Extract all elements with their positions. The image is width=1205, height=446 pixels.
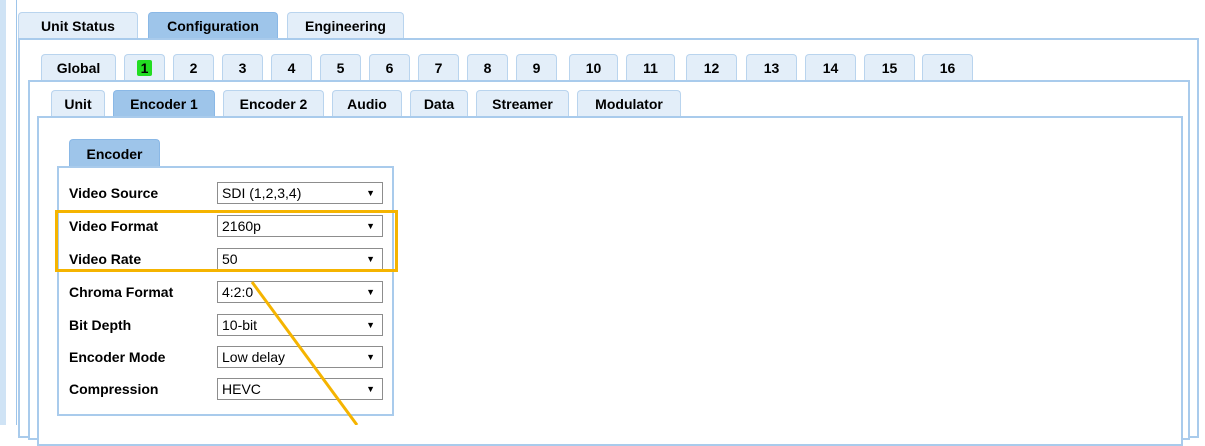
tab-streamer[interactable]: Streamer (476, 90, 569, 116)
encoder-mode-select[interactable]: Low delay ▼ (217, 346, 383, 368)
channel-number-label: 4 (287, 60, 296, 76)
dropdown-arrow-icon: ▼ (366, 221, 375, 231)
channel-number-label: 15 (881, 60, 898, 76)
compression-label: Compression (69, 381, 159, 397)
channel-number-label: 10 (585, 60, 602, 76)
tab-channel-7[interactable]: 7 (418, 54, 459, 80)
tab-channel-15[interactable]: 15 (864, 54, 915, 80)
tab-data[interactable]: Data (410, 90, 468, 116)
tab-channel-16[interactable]: 16 (922, 54, 973, 80)
tab-channel-10[interactable]: 10 (569, 54, 618, 80)
tab-engineering[interactable]: Engineering (287, 12, 404, 38)
tab-channel-5[interactable]: 5 (320, 54, 361, 80)
dropdown-arrow-icon: ▼ (366, 287, 375, 297)
bit-depth-select[interactable]: 10-bit ▼ (217, 314, 383, 336)
encoder-mode-label: Encoder Mode (69, 349, 166, 365)
tab-channel-4[interactable]: 4 (271, 54, 312, 80)
channel-number-label: 5 (336, 60, 345, 76)
tab-channel-6[interactable]: 6 (369, 54, 410, 80)
tab-channel-1[interactable]: 1 (124, 54, 165, 80)
tab-channel-14[interactable]: 14 (805, 54, 856, 80)
left-edge-line (16, 0, 17, 425)
video-source-value: SDI (1,2,3,4) (222, 185, 302, 201)
video-format-label: Video Format (69, 218, 159, 234)
channel-number-label: 11 (643, 60, 658, 76)
tab-unit-status[interactable]: Unit Status (18, 12, 138, 38)
channel-number-label: 3 (238, 60, 247, 76)
dropdown-arrow-icon: ▼ (366, 352, 375, 362)
channel-number-label: 12 (703, 60, 720, 76)
video-format-select[interactable]: 2160p ▼ (217, 215, 383, 237)
tab-channel-12[interactable]: 12 (686, 54, 737, 80)
channel-number-label: 2 (189, 60, 198, 76)
left-edge-bar (0, 0, 6, 425)
channel-number-label: 7 (434, 60, 443, 76)
tab-unit[interactable]: Unit (51, 90, 105, 116)
tab-channel-9[interactable]: 9 (516, 54, 557, 80)
tab-channel-11[interactable]: 11 (626, 54, 675, 80)
channel-number-label: 16 (939, 60, 956, 76)
chroma-format-value: 4:2:0 (222, 284, 254, 300)
video-format-value: 2160p (222, 218, 261, 234)
dropdown-arrow-icon: ▼ (366, 254, 375, 264)
tab-configuration[interactable]: Configuration (148, 12, 278, 38)
dropdown-arrow-icon: ▼ (366, 384, 375, 394)
channel-number-label: 1 (136, 60, 153, 76)
video-rate-value: 50 (222, 251, 238, 267)
channel-number-label: 14 (822, 60, 839, 76)
compression-value: HEVC (222, 381, 261, 397)
tab-channel-13[interactable]: 13 (746, 54, 797, 80)
dropdown-arrow-icon: ▼ (366, 320, 375, 330)
video-source-select[interactable]: SDI (1,2,3,4) ▼ (217, 182, 383, 204)
channel-number-label: 9 (532, 60, 541, 76)
tab-channel-2[interactable]: 2 (173, 54, 214, 80)
video-rate-label: Video Rate (69, 251, 142, 267)
tab-encoder-2[interactable]: Encoder 2 (223, 90, 324, 116)
channel-number-label: 13 (763, 60, 780, 76)
bit-depth-label: Bit Depth (69, 317, 132, 333)
tab-global[interactable]: Global (41, 54, 116, 80)
chroma-format-select[interactable]: 4:2:0 ▼ (217, 281, 383, 303)
bit-depth-value: 10-bit (222, 317, 258, 333)
tab-modulator[interactable]: Modulator (577, 90, 681, 116)
compression-select[interactable]: HEVC ▼ (217, 378, 383, 400)
encoder-mode-value: Low delay (222, 349, 286, 365)
video-source-label: Video Source (69, 185, 159, 201)
channel-number-label: 8 (483, 60, 492, 76)
tab-encoder-1[interactable]: Encoder 1 (113, 90, 215, 116)
video-rate-select[interactable]: 50 ▼ (217, 248, 383, 270)
tab-channel-8[interactable]: 8 (467, 54, 508, 80)
tab-audio[interactable]: Audio (332, 90, 402, 116)
dropdown-arrow-icon: ▼ (366, 188, 375, 198)
channel-number-label: 6 (385, 60, 394, 76)
chroma-format-label: Chroma Format (69, 284, 174, 300)
tab-channel-3[interactable]: 3 (222, 54, 263, 80)
tab-encoder[interactable]: Encoder (69, 139, 160, 167)
